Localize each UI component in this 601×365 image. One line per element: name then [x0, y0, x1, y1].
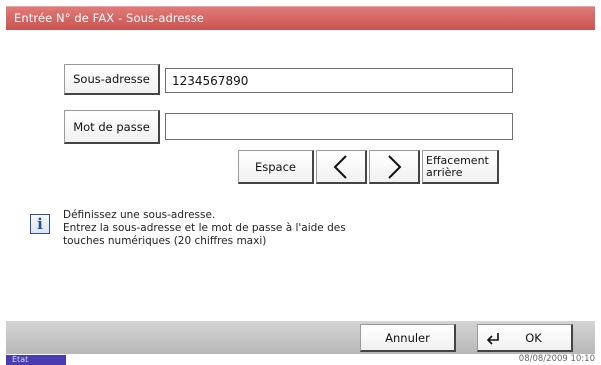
- password-field[interactable]: [165, 113, 513, 140]
- subaddress-button[interactable]: Sous-adresse: [64, 64, 160, 95]
- bottom-bar: Annuler OK: [6, 321, 595, 354]
- backspace-label-line2: arrière: [426, 165, 463, 179]
- ok-button-label: OK: [525, 330, 542, 345]
- info-line-1: Définissez une sous-adresse.: [63, 209, 216, 221]
- cursor-right-button[interactable]: [369, 150, 420, 184]
- ok-button[interactable]: OK: [477, 324, 573, 352]
- backspace-button-label: Effacement arrière: [426, 153, 489, 179]
- cancel-button-label: Annuler: [385, 330, 430, 345]
- status-state-button[interactable]: État: [6, 355, 66, 365]
- info-icon: i: [30, 214, 50, 234]
- status-state-label: État: [12, 355, 29, 364]
- info-message: Définissez une sous-adresse. Entrez la s…: [63, 209, 393, 248]
- space-button[interactable]: Espace: [238, 150, 314, 184]
- info-line-3: touches numériques (20 chiffres maxi): [63, 235, 267, 247]
- cancel-button[interactable]: Annuler: [360, 324, 456, 352]
- space-button-label: Espace: [254, 159, 296, 174]
- info-line-2: Entrez la sous-adresse et le mot de pass…: [63, 222, 346, 234]
- subaddress-value: 1234567890: [172, 73, 249, 88]
- subaddress-field[interactable]: 1234567890: [165, 68, 513, 93]
- subaddress-button-label: Sous-adresse: [73, 72, 150, 86]
- main-panel: Sous-adresse 1234567890 Mot de passe Esp…: [6, 30, 595, 321]
- backspace-button[interactable]: Effacement arrière: [422, 150, 499, 184]
- password-button[interactable]: Mot de passe: [64, 110, 160, 144]
- title-bar: Entrée N° de FAX - Sous-adresse: [6, 6, 595, 31]
- chevron-left-icon: [333, 154, 347, 179]
- status-bar: [0, 354, 601, 365]
- status-datetime: 08/08/2009 10:10: [518, 354, 595, 364]
- window-title: Entrée N° de FAX - Sous-adresse: [14, 11, 204, 25]
- enter-icon: [486, 333, 499, 345]
- chevron-right-icon: [388, 154, 402, 179]
- cursor-left-button[interactable]: [316, 150, 367, 184]
- password-button-label: Mot de passe: [73, 119, 150, 134]
- backspace-label-line1: Effacement: [426, 153, 489, 167]
